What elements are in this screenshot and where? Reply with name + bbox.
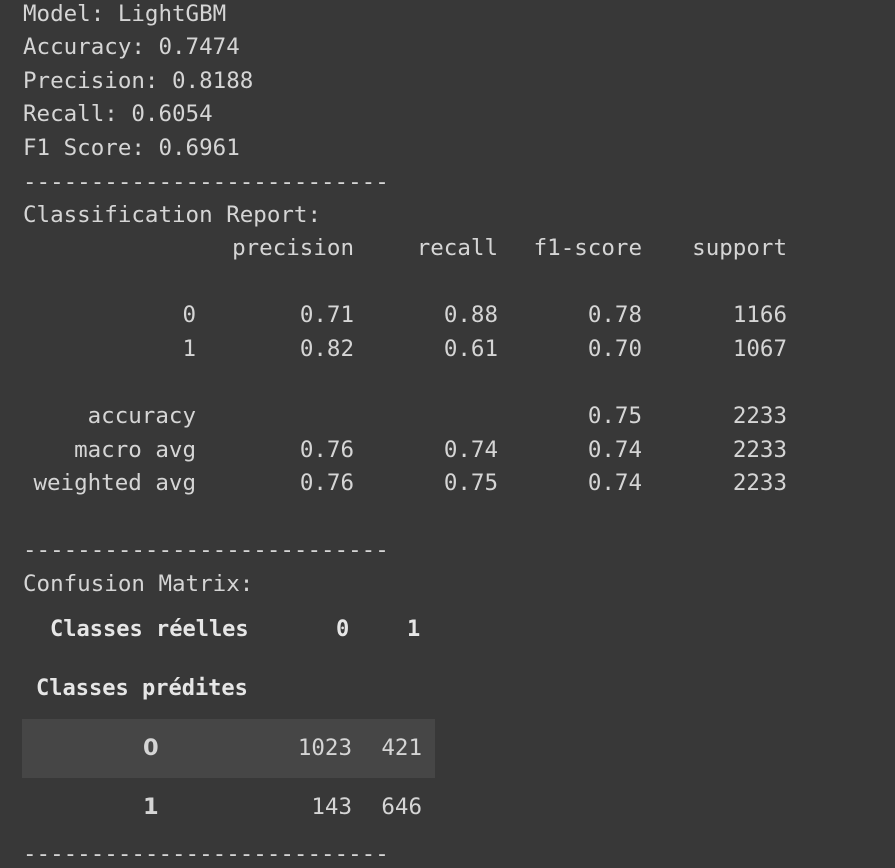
- column-header: 1: [407, 617, 421, 642]
- column-axis-label: Classes réelles: [50, 617, 249, 642]
- header-recall: recall: [416, 235, 498, 261]
- matrix-cell: 646: [381, 794, 422, 820]
- report-cell: 0.74: [587, 470, 642, 496]
- column-header: 0: [336, 617, 350, 642]
- table-row: 1 143 646: [22, 778, 435, 837]
- header-precision: precision: [232, 235, 354, 261]
- header-f1-score: f1-score: [533, 235, 642, 261]
- report-row-label: macro avg: [74, 437, 196, 463]
- report-cell: 0.82: [299, 336, 354, 362]
- row-index: 0: [143, 735, 159, 761]
- accuracy-line: Accuracy: 0.7474: [23, 34, 240, 60]
- report-cell: 0.78: [587, 302, 642, 328]
- report-cell: 0.76: [299, 470, 354, 496]
- separator-3: ---------------------------: [23, 841, 389, 867]
- report-cell: 0.75: [587, 403, 642, 429]
- f1-line: F1 Score: 0.6961: [23, 135, 240, 161]
- matrix-cell: 143: [311, 794, 352, 820]
- report-cell: 0.74: [443, 437, 498, 463]
- report-cell: 2233: [732, 470, 787, 496]
- separator-1: ---------------------------: [23, 169, 389, 195]
- notebook-cell-output: Model: LightGBM Accuracy: 0.7474 Precisi…: [0, 0, 895, 868]
- recall-line: Recall: 0.6054: [23, 101, 213, 127]
- report-cell: 0.76: [299, 437, 354, 463]
- model-line: Model: LightGBM: [23, 1, 227, 27]
- separator-2: ---------------------------: [23, 537, 389, 563]
- report-row-label: accuracy: [87, 403, 196, 429]
- report-cell: 1166: [732, 302, 787, 328]
- report-cell: 0.61: [443, 336, 498, 362]
- report-row-label: 1: [182, 336, 196, 362]
- report-row-label: weighted avg: [33, 470, 196, 496]
- row-index: 1: [143, 794, 159, 820]
- report-cell: 1067: [732, 336, 787, 362]
- matrix-cell: 421: [381, 735, 422, 761]
- report-cell: 2233: [732, 403, 787, 429]
- header-support: support: [692, 235, 787, 261]
- report-cell: 0.71: [299, 302, 354, 328]
- report-cell: 2233: [732, 437, 787, 463]
- confusion-matrix-title: Confusion Matrix:: [23, 571, 254, 597]
- report-cell: 0.75: [443, 470, 498, 496]
- classification-report-title: Classification Report:: [23, 202, 322, 228]
- report-cell: 0.70: [587, 336, 642, 362]
- matrix-cell: 1023: [297, 735, 352, 761]
- report-cell: 0.88: [443, 302, 498, 328]
- report-cell: 0.74: [587, 437, 642, 463]
- precision-line: Precision: 0.8188: [23, 68, 254, 94]
- report-row-label: 0: [182, 302, 196, 328]
- row-axis-label: Classes prédites: [36, 676, 248, 701]
- table-row: 0 1023 421: [22, 719, 435, 778]
